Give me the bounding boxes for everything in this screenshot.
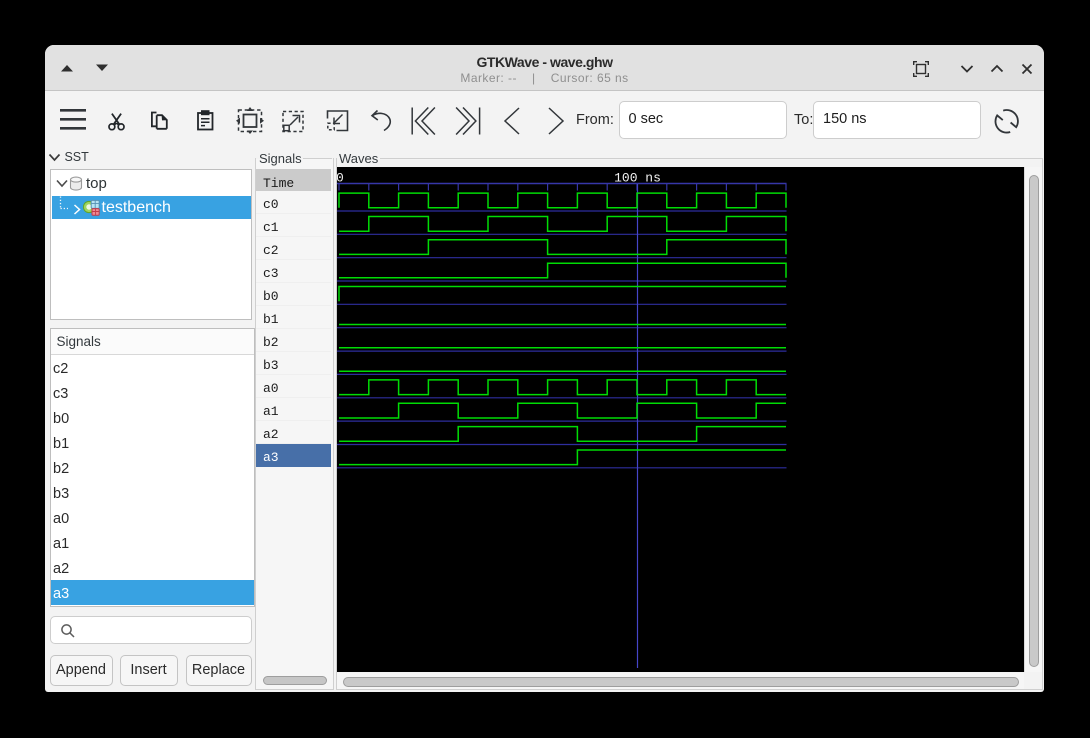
svg-text:100 ns: 100 ns (614, 171, 661, 186)
svg-text:0: 0 (337, 171, 344, 186)
